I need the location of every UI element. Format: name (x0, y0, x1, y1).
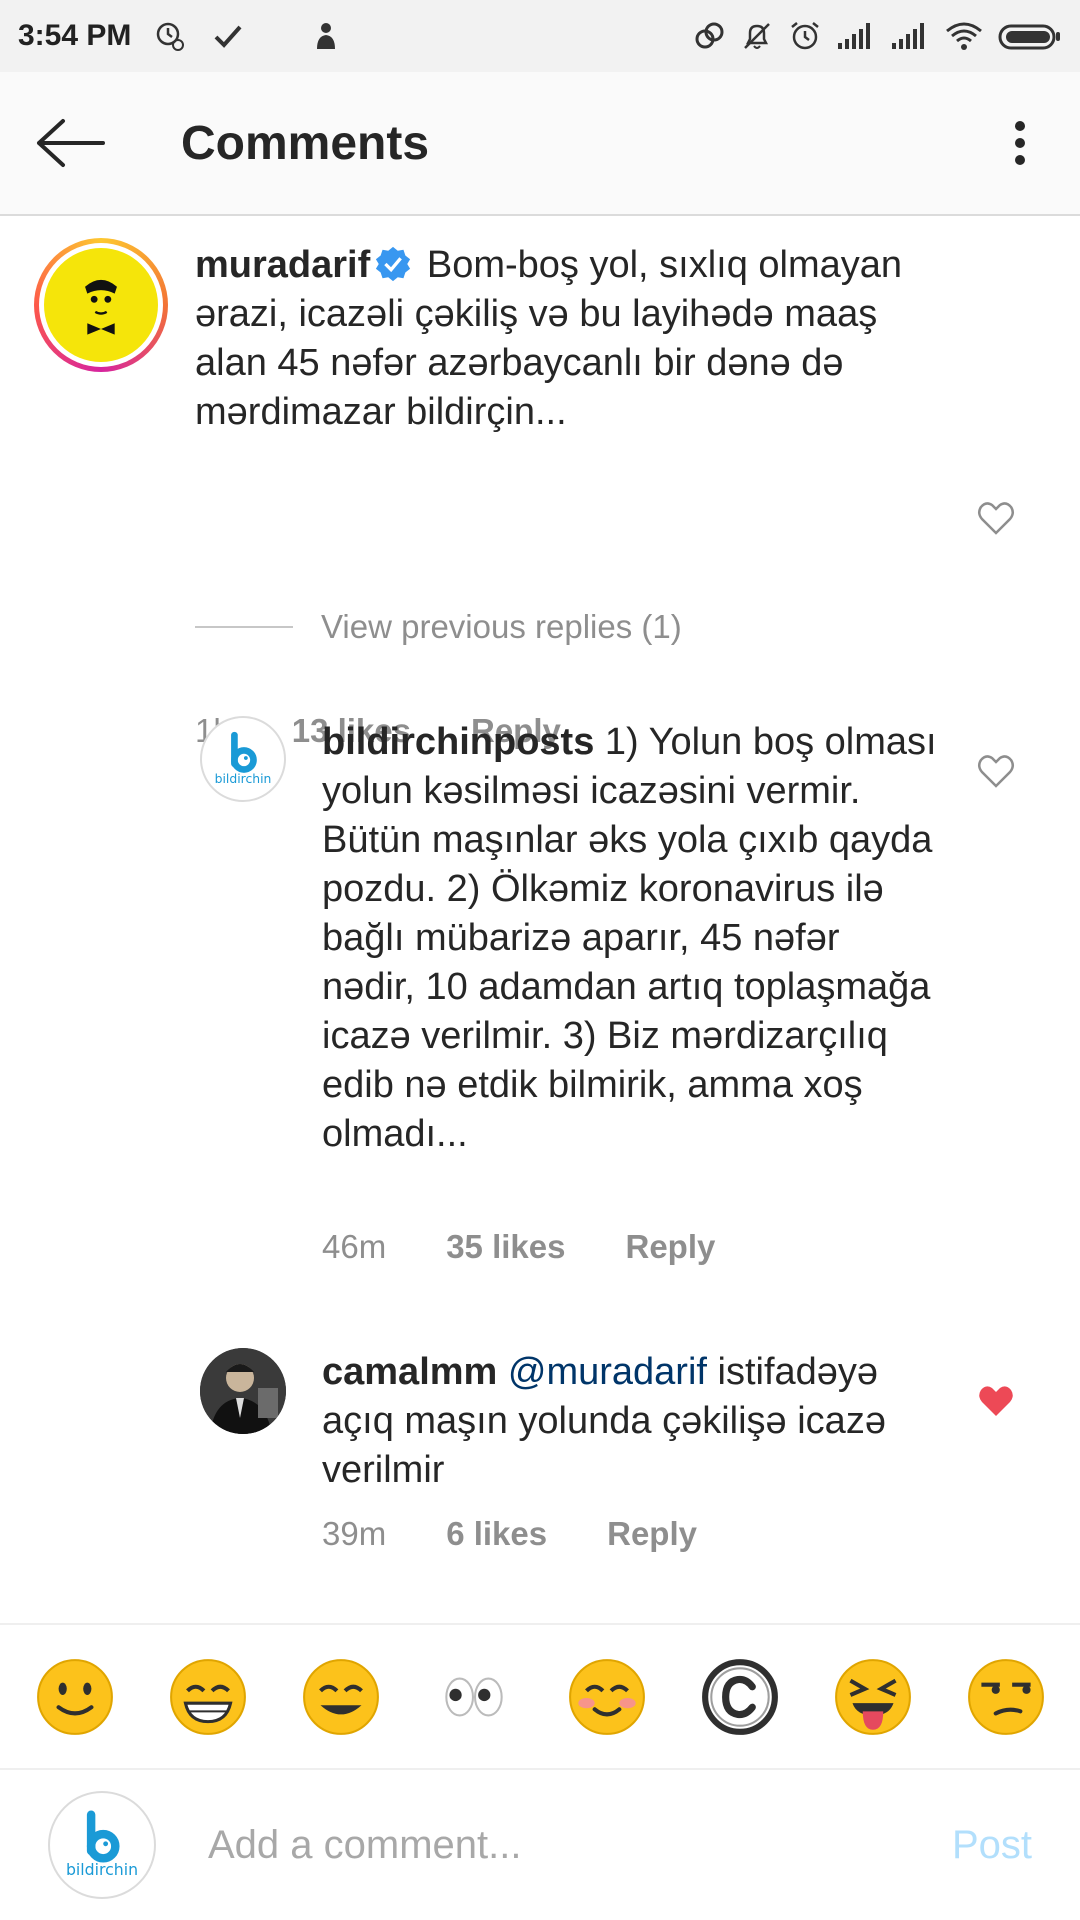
reply-button[interactable]: Reply (625, 1228, 715, 1266)
post-button[interactable]: Post (952, 1823, 1032, 1868)
sync-icon (153, 19, 187, 53)
heart-filled-icon (979, 1386, 1013, 1416)
link-icon (692, 19, 726, 53)
avatar[interactable] (200, 1348, 286, 1434)
eyes-icon[interactable] (433, 1656, 515, 1738)
signal-icon (890, 19, 930, 53)
reply-button[interactable]: Reply (607, 1515, 697, 1553)
battery-icon (998, 19, 1062, 53)
comment-username[interactable]: camalmm (322, 1351, 497, 1393)
user-photo-icon (200, 1348, 286, 1434)
comment-input[interactable] (208, 1810, 898, 1880)
avatar[interactable] (34, 238, 168, 372)
comment-text: 1) Yolun boş olması yolun kəsilməsi icaz… (322, 721, 937, 1155)
more-options-button[interactable] (990, 107, 1050, 179)
comment-username[interactable]: muradarif (195, 244, 370, 286)
svg-text:bildirchin: bildirchin (215, 771, 272, 786)
comment-likes[interactable]: 6 likes (446, 1515, 547, 1553)
comment-likes[interactable]: 35 likes (446, 1228, 565, 1266)
divider (195, 626, 293, 628)
arrow-left-icon (37, 119, 105, 167)
verified-badge-icon (374, 245, 412, 283)
bildirchin-logo-icon: bildirchin (215, 731, 272, 786)
comment-body: bildirchinposts 1) Yolun boş olması yolu… (322, 718, 942, 1159)
squinting-tongue-face-icon[interactable] (832, 1656, 914, 1738)
comment-username[interactable]: bildirchinposts (322, 721, 594, 763)
like-button[interactable] (976, 1381, 1016, 1421)
heart-outline-icon (978, 755, 1014, 788)
mention-link[interactable]: @muradarif (508, 1351, 707, 1393)
grinning-face-icon[interactable] (167, 1656, 249, 1738)
comment-input-bar: bildirchin Post (0, 1770, 1080, 1920)
status-time: 3:54 PM (18, 19, 132, 52)
view-previous-replies[interactable]: View previous replies (1) (195, 608, 682, 646)
alarm-icon (788, 19, 822, 53)
status-bar: 3:54 PM (0, 0, 1080, 72)
comment-body: muradarif Bom-boş yol, sıxlıq olmayan ər… (195, 241, 905, 437)
comments-list: muradarif Bom-boş yol, sıxlıq olmayan ər… (0, 218, 1080, 1623)
unamused-face-icon[interactable] (965, 1656, 1047, 1738)
signal-icon (836, 19, 876, 53)
more-vertical-icon (1015, 121, 1025, 165)
status-left-icons (153, 19, 343, 53)
hand-icon (309, 19, 343, 53)
status-right-icons (692, 19, 1062, 53)
wifi-icon (944, 19, 984, 53)
svg-text:bildirchin: bildirchin (66, 1860, 138, 1879)
avatar: bildirchin (48, 1791, 156, 1899)
copyright-icon[interactable] (699, 1656, 781, 1738)
bell-off-icon (740, 19, 774, 53)
avatar[interactable]: bildirchin (200, 716, 286, 802)
page-title: Comments (181, 116, 430, 170)
back-button[interactable] (33, 107, 105, 179)
comment-meta: 46m 35 likes Reply (322, 1228, 715, 1266)
blushing-face-icon[interactable] (566, 1656, 648, 1738)
check-icon (211, 19, 245, 53)
app-header: Comments (0, 72, 1080, 216)
emoji-quick-bar (0, 1623, 1080, 1770)
like-button[interactable] (976, 751, 1016, 791)
slightly-smiling-face-icon[interactable] (34, 1656, 116, 1738)
comment-body: camalmm @muradarif istifadəyə açıq maşın… (322, 1348, 942, 1495)
face-logo-icon (85, 279, 117, 335)
comment-time: 46m (322, 1228, 387, 1265)
comment-time: 39m (322, 1515, 387, 1552)
heart-outline-icon (978, 502, 1014, 535)
bildirchin-logo-icon: bildirchin (66, 1810, 138, 1879)
smiling-face-icon[interactable] (300, 1656, 382, 1738)
comment-meta: 39m 6 likes Reply (322, 1515, 697, 1553)
like-button[interactable] (976, 498, 1016, 538)
view-previous-replies-label: View previous replies (1) (321, 608, 682, 645)
